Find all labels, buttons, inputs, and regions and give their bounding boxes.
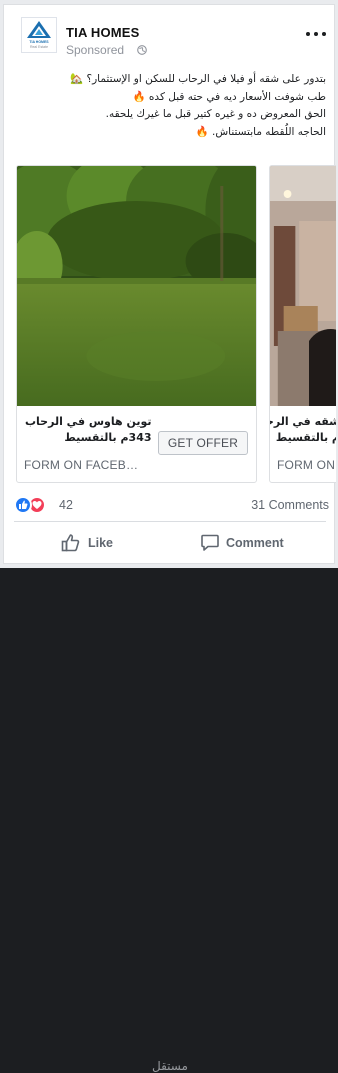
card-source: FORM ON FACEB… (24, 458, 139, 472)
dot-icon (314, 32, 318, 36)
reactions-bar[interactable]: 42 31 Comments (14, 495, 329, 515)
post-text-line: بتدور على شقه أو فيلا في الرحاب للسكن او… (70, 73, 326, 85)
dot-icon (306, 32, 310, 36)
watermark: مستقل (152, 1059, 188, 1073)
like-label: Like (88, 536, 114, 550)
ad-carousel[interactable]: توين هاوس في الرحاب 343م بالتقسيط FORM O… (16, 165, 336, 483)
carousel-card[interactable]: شقه في الرحاب م بالتقسيط FORM ON (269, 165, 336, 483)
card-title-line: م بالتقسيط (275, 431, 336, 444)
globe-icon (137, 45, 147, 55)
get-offer-button[interactable]: GET OFFER (158, 431, 248, 455)
card-title-line: شقه في الرحاب (270, 415, 336, 428)
card-source: FORM ON (277, 458, 336, 472)
like-button[interactable]: Like (56, 525, 146, 561)
page-name-link[interactable]: TIA HOMES (66, 25, 140, 40)
divider (14, 521, 326, 522)
card-title-line: 343م بالتقسيط (64, 431, 152, 444)
page-avatar[interactable]: TIA HOMES Real Estate (21, 17, 57, 53)
carousel-card[interactable]: توين هاوس في الرحاب 343م بالتقسيط FORM O… (16, 165, 257, 483)
interior-photo (270, 166, 336, 406)
reaction-count[interactable]: 42 (59, 498, 73, 512)
sponsored-post: TIA HOMES Real Estate TIA HOMES Sponsore… (3, 4, 336, 1073)
card-title[interactable]: توين هاوس في الرحاب 343م بالتقسيط (25, 414, 152, 446)
post-text: بتدور على شقه أو فيلا في الرحاب للسكن او… (16, 71, 326, 141)
garden-photo (17, 166, 256, 406)
comment-button[interactable]: Comment (198, 525, 318, 561)
card-title-line: توين هاوس في الرحاب (25, 415, 152, 428)
logo-subtext: Real Estate (29, 45, 49, 49)
house-logo-icon (27, 21, 51, 38)
more-options-button[interactable] (305, 29, 327, 39)
post-text-line: الحاجه اللُقطه مابتستناش. 🔥 (195, 125, 326, 138)
post-text-line: الحق المعروض ده و غيره كتير قبل ما غيرك … (105, 108, 326, 120)
post-header: TIA HOMES Real Estate TIA HOMES Sponsore… (4, 5, 334, 67)
comment-label: Comment (226, 536, 284, 550)
logo-text: TIA HOMES (29, 40, 49, 44)
dot-icon (322, 32, 326, 36)
like-icon (14, 496, 32, 514)
thumbs-up-icon (61, 534, 80, 552)
sponsored-label[interactable]: Sponsored (66, 43, 124, 57)
comments-count[interactable]: 31 Comments (251, 498, 329, 512)
action-bar: Like Comment مستقل (4, 525, 334, 1073)
post-text-line: طب شوفت الأسعار ديه في حته قبل كده 🔥 (132, 90, 326, 103)
screen: TIA HOMES Real Estate TIA HOMES Sponsore… (0, 0, 338, 1073)
card-title[interactable]: شقه في الرحاب م بالتقسيط (270, 414, 336, 446)
comment-bubble-icon (201, 534, 219, 551)
